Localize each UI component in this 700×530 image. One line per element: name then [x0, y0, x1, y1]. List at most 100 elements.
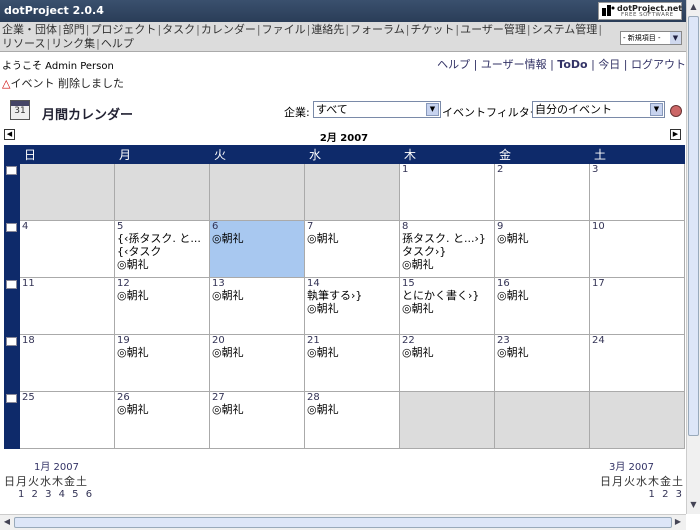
day-number[interactable]: 7 [305, 221, 399, 232]
calendar-day[interactable]: 16 ◎朝礼 [494, 277, 590, 335]
day-number[interactable]: 14 [305, 278, 399, 289]
calendar-day[interactable]: 13 ◎朝礼 [209, 277, 305, 335]
scroll-up-icon[interactable]: ▲ [688, 2, 699, 14]
menu-item[interactable]: チケット [410, 23, 454, 36]
menu-item[interactable]: リソース [2, 37, 45, 50]
calendar-event[interactable]: ◎朝礼 [305, 346, 399, 359]
calendar-day[interactable] [494, 391, 590, 449]
day-number[interactable]: 25 [20, 392, 114, 403]
filter-apply-icon[interactable] [670, 105, 682, 117]
menu-item[interactable]: タスク [162, 23, 195, 36]
calendar-event[interactable]: ◎朝礼 [210, 232, 304, 245]
day-number[interactable]: 2 [495, 164, 589, 175]
menu-item[interactable]: カレンダー [201, 23, 256, 36]
calendar-day[interactable]: 1 [399, 163, 495, 221]
menu-item[interactable]: 部門 [63, 23, 85, 36]
calendar-day[interactable]: 11 [19, 277, 115, 335]
week-view-link[interactable] [4, 277, 20, 335]
day-number[interactable]: 15 [400, 278, 494, 289]
calendar-day[interactable]: 14 執筆する›} ◎朝礼 [304, 277, 400, 335]
mini-prev-days[interactable]: 1 2 3 4 5 6 [4, 489, 92, 500]
calendar-day[interactable]: 24 [589, 334, 685, 392]
calendar-event[interactable]: ◎朝礼 [495, 346, 589, 359]
day-number[interactable]: 1 [400, 164, 494, 175]
day-number[interactable]: 26 [115, 392, 209, 403]
menu-item[interactable]: リンク集 [51, 37, 95, 50]
day-number[interactable]: 28 [305, 392, 399, 403]
calendar-event[interactable]: ◎朝礼 [400, 258, 494, 271]
day-number[interactable]: 4 [20, 221, 114, 232]
calendar-event[interactable]: ◎朝礼 [115, 403, 209, 416]
logout-link[interactable]: ログアウト [631, 58, 686, 71]
calendar-day[interactable]: 21 ◎朝礼 [304, 334, 400, 392]
menu-item[interactable]: ヘルプ [101, 37, 134, 50]
horizontal-scrollbar[interactable]: ◀ ▶ [0, 514, 686, 530]
calendar-event[interactable]: ◎朝礼 [115, 289, 209, 302]
calendar-day[interactable]: 18 [19, 334, 115, 392]
calendar-day[interactable]: 8 孫タスク. と...›} タスク›} ◎朝礼 [399, 220, 495, 278]
calendar-event[interactable]: ◎朝礼 [305, 403, 399, 416]
calendar-event[interactable]: {‹タスク [115, 245, 209, 258]
event-filter-select[interactable]: 自分のイベント ▼ [532, 101, 665, 118]
day-number[interactable]: 19 [115, 335, 209, 346]
day-number[interactable]: 18 [20, 335, 114, 346]
menu-item[interactable]: ファイル [262, 23, 306, 36]
calendar-event[interactable]: 孫タスク. と...›} [400, 232, 494, 245]
week-view-link[interactable] [4, 163, 20, 221]
calendar-event[interactable]: ◎朝礼 [495, 289, 589, 302]
calendar-day[interactable] [399, 391, 495, 449]
calendar-day[interactable]: 6 ◎朝礼 [209, 220, 305, 278]
calendar-day[interactable]: 25 [19, 391, 115, 449]
prev-month-button[interactable]: ◀ [4, 129, 15, 140]
week-view-link[interactable] [4, 334, 20, 392]
scroll-right-icon[interactable]: ▶ [672, 517, 684, 528]
calendar-event[interactable]: ◎朝礼 [400, 346, 494, 359]
day-number[interactable]: 17 [590, 278, 684, 289]
calendar-day[interactable]: 23 ◎朝礼 [494, 334, 590, 392]
calendar-day[interactable]: 7 ◎朝礼 [304, 220, 400, 278]
menu-item[interactable]: 企業・団体 [2, 23, 57, 36]
calendar-day[interactable] [304, 163, 400, 221]
day-number[interactable]: 12 [115, 278, 209, 289]
horizontal-scroll-thumb[interactable] [14, 517, 672, 528]
next-month-button[interactable]: ▶ [670, 129, 681, 140]
new-item-select[interactable]: - 新規項目 - ▼ [620, 31, 682, 45]
day-number[interactable]: 3 [590, 164, 684, 175]
menu-item[interactable]: プロジェクト [90, 23, 156, 36]
week-view-link[interactable] [4, 391, 20, 449]
scroll-down-icon[interactable]: ▼ [688, 500, 699, 512]
calendar-day[interactable]: 20 ◎朝礼 [209, 334, 305, 392]
day-number[interactable]: 5 [115, 221, 209, 232]
day-number[interactable]: 20 [210, 335, 304, 346]
menu-item[interactable]: 連絡先 [311, 23, 344, 36]
day-number[interactable]: 21 [305, 335, 399, 346]
calendar-event[interactable]: {‹孫タスク. と... [115, 232, 209, 245]
calendar-day[interactable]: 15 とにかく書く›} ◎朝礼 [399, 277, 495, 335]
day-number[interactable]: 11 [20, 278, 114, 289]
calendar-day[interactable]: 9 ◎朝礼 [494, 220, 590, 278]
menu-item[interactable]: フォーラム [350, 23, 405, 36]
calendar-event[interactable]: ◎朝礼 [305, 232, 399, 245]
day-number[interactable]: 13 [210, 278, 304, 289]
calendar-day[interactable] [19, 163, 115, 221]
day-number[interactable]: 6 [210, 221, 304, 232]
calendar-event[interactable]: 執筆する›} [305, 289, 399, 302]
day-number[interactable]: 16 [495, 278, 589, 289]
today-link[interactable]: 今日 [598, 58, 620, 71]
calendar-day[interactable]: 12 ◎朝礼 [114, 277, 210, 335]
vertical-scrollbar[interactable]: ▲ ▼ [686, 0, 700, 514]
user-info-link[interactable]: ユーザー情報 [481, 58, 547, 71]
calendar-event[interactable]: ◎朝礼 [495, 232, 589, 245]
calendar-day[interactable]: 27 ◎朝礼 [209, 391, 305, 449]
calendar-day[interactable]: 3 [589, 163, 685, 221]
day-number[interactable]: 8 [400, 221, 494, 232]
calendar-day[interactable] [589, 391, 685, 449]
day-number[interactable]: 23 [495, 335, 589, 346]
menu-item[interactable]: システム管理 [532, 23, 598, 36]
calendar-day[interactable]: 22 ◎朝礼 [399, 334, 495, 392]
calendar-day[interactable]: 19 ◎朝礼 [114, 334, 210, 392]
calendar-day[interactable]: 5 {‹孫タスク. と... {‹タスク ◎朝礼 [114, 220, 210, 278]
day-number[interactable]: 22 [400, 335, 494, 346]
calendar-day[interactable] [209, 163, 305, 221]
menu-item[interactable]: ユーザー管理 [460, 23, 526, 36]
